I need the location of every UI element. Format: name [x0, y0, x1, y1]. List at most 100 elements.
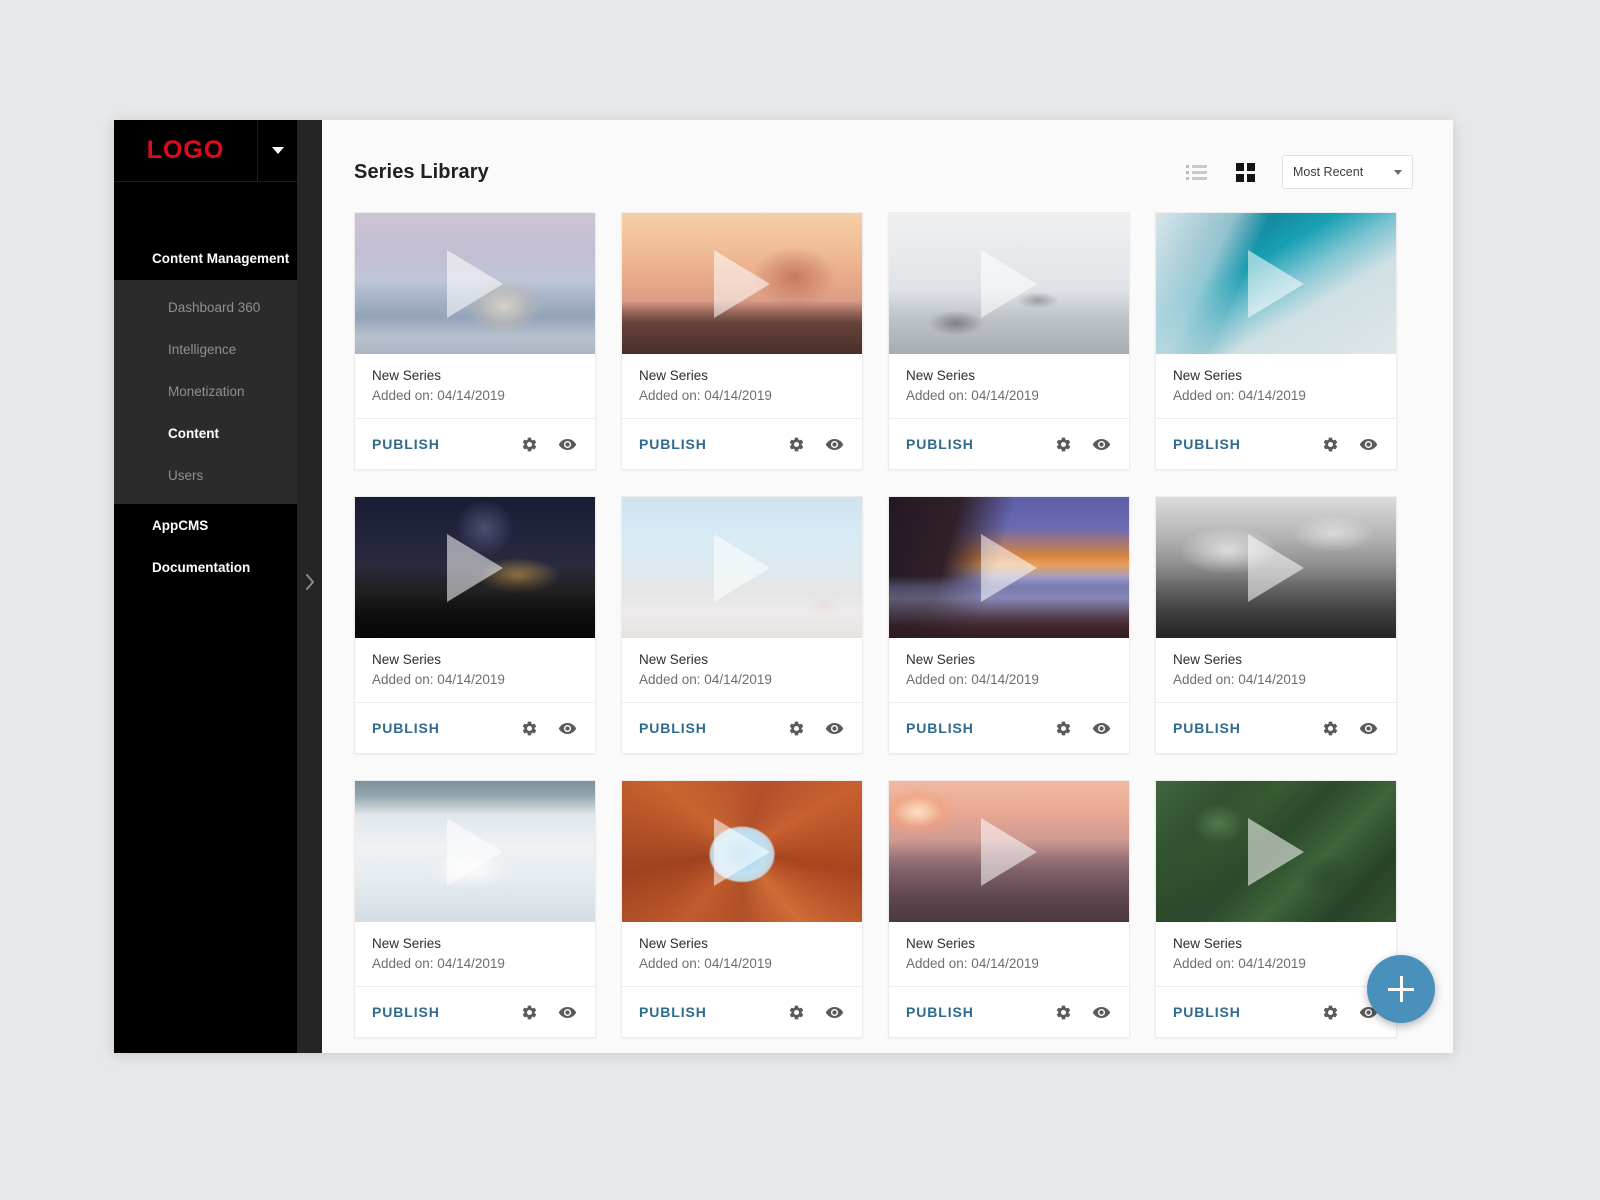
series-icon-actions: [1053, 434, 1111, 454]
preview-button[interactable]: [557, 718, 577, 738]
sidebar-item-intelligence[interactable]: Intelligence: [114, 328, 297, 370]
account-dropdown-button[interactable]: [257, 120, 297, 181]
publish-button[interactable]: PUBLISH: [906, 1004, 974, 1020]
series-card[interactable]: New Series Added on: 04/14/2019 PUBLISH: [1155, 496, 1397, 754]
eye-icon: [825, 438, 843, 450]
series-thumbnail[interactable]: [355, 213, 595, 354]
publish-button[interactable]: PUBLISH: [1173, 1004, 1241, 1020]
settings-button[interactable]: [786, 434, 806, 454]
series-card[interactable]: New Series Added on: 04/14/2019 PUBLISH: [1155, 780, 1397, 1038]
publish-button[interactable]: PUBLISH: [906, 720, 974, 736]
settings-button[interactable]: [1320, 434, 1340, 454]
series-card-body: New Series Added on: 04/14/2019: [889, 638, 1129, 702]
grid-view-button[interactable]: [1233, 160, 1257, 184]
sort-dropdown[interactable]: Most Recent: [1282, 155, 1413, 189]
series-thumbnail[interactable]: [1156, 781, 1396, 922]
sidebar-item-content[interactable]: Content: [114, 412, 297, 454]
publish-button[interactable]: PUBLISH: [906, 436, 974, 452]
sidebar: LOGO Content Management Dashboard 360 In…: [114, 120, 297, 1053]
chevron-down-icon: [1394, 169, 1402, 175]
sidebar-item-dashboard-360[interactable]: Dashboard 360: [114, 286, 297, 328]
chevron-right-icon: [305, 574, 314, 590]
publish-button[interactable]: PUBLISH: [372, 1004, 440, 1020]
list-view-icon: [1185, 164, 1207, 180]
preview-button[interactable]: [557, 1002, 577, 1022]
logo[interactable]: LOGO: [114, 120, 257, 181]
sidebar-item-documentation[interactable]: Documentation: [114, 546, 297, 588]
settings-button[interactable]: [786, 718, 806, 738]
series-card[interactable]: New Series Added on: 04/14/2019 PUBLISH: [621, 496, 863, 754]
publish-button[interactable]: PUBLISH: [639, 720, 707, 736]
publish-button[interactable]: PUBLISH: [1173, 720, 1241, 736]
settings-button[interactable]: [1053, 718, 1073, 738]
settings-button[interactable]: [1053, 1002, 1073, 1022]
series-card-body: New Series Added on: 04/14/2019: [889, 354, 1129, 418]
preview-button[interactable]: [1358, 434, 1378, 454]
publish-button[interactable]: PUBLISH: [372, 436, 440, 452]
play-triangle-icon: [981, 817, 1037, 886]
settings-button[interactable]: [1320, 1002, 1340, 1022]
sidebar-group-content-management[interactable]: Content Management: [114, 182, 297, 280]
series-thumbnail[interactable]: [889, 497, 1129, 638]
list-view-button[interactable]: [1184, 160, 1208, 184]
gear-icon: [522, 437, 536, 451]
gear-icon: [789, 1005, 803, 1019]
series-added-date: Added on: 04/14/2019: [639, 956, 772, 971]
series-thumbnail[interactable]: [355, 497, 595, 638]
series-title: New Series: [1173, 368, 1243, 383]
add-series-button[interactable]: [1367, 955, 1435, 1023]
play-triangle-icon: [1248, 249, 1304, 318]
settings-button[interactable]: [1320, 718, 1340, 738]
publish-button[interactable]: PUBLISH: [1173, 436, 1241, 452]
series-card[interactable]: New Series Added on: 04/14/2019 PUBLISH: [621, 780, 863, 1038]
series-card[interactable]: New Series Added on: 04/14/2019 PUBLISH: [888, 496, 1130, 754]
series-thumbnail[interactable]: [1156, 497, 1396, 638]
sidebar-item-monetization[interactable]: Monetization: [114, 370, 297, 412]
app-window: LOGO Content Management Dashboard 360 In…: [114, 120, 1453, 1053]
settings-button[interactable]: [786, 1002, 806, 1022]
series-card[interactable]: New Series Added on: 04/14/2019 PUBLISH: [1155, 212, 1397, 470]
settings-button[interactable]: [519, 1002, 539, 1022]
preview-button[interactable]: [1091, 434, 1111, 454]
series-thumbnail[interactable]: [622, 213, 862, 354]
publish-button[interactable]: PUBLISH: [639, 436, 707, 452]
series-title: New Series: [639, 652, 709, 667]
series-thumbnail[interactable]: [889, 781, 1129, 922]
preview-button[interactable]: [824, 434, 844, 454]
sidebar-item-users[interactable]: Users: [114, 454, 297, 496]
series-card[interactable]: New Series Added on: 04/14/2019 PUBLISH: [888, 212, 1130, 470]
play-triangle-icon: [714, 249, 770, 318]
sidebar-item-appcms[interactable]: AppCMS: [114, 504, 297, 546]
play-triangle-icon: [1248, 817, 1304, 886]
preview-button[interactable]: [557, 434, 577, 454]
play-triangle-icon: [981, 249, 1037, 318]
play-triangle-icon: [714, 533, 770, 602]
series-thumbnail[interactable]: [355, 781, 595, 922]
preview-button[interactable]: [1091, 1002, 1111, 1022]
play-triangle-icon: [1248, 533, 1304, 602]
settings-button[interactable]: [1053, 434, 1073, 454]
publish-button[interactable]: PUBLISH: [639, 1004, 707, 1020]
preview-button[interactable]: [824, 1002, 844, 1022]
settings-button[interactable]: [519, 434, 539, 454]
play-triangle-icon: [447, 533, 503, 602]
series-card[interactable]: New Series Added on: 04/14/2019 PUBLISH: [621, 212, 863, 470]
series-card-body: New Series Added on: 04/14/2019: [1156, 638, 1396, 702]
settings-button[interactable]: [519, 718, 539, 738]
series-card-actions: PUBLISH: [1156, 702, 1396, 753]
sidebar-toggle-button[interactable]: [297, 565, 322, 599]
series-card-body: New Series Added on: 04/14/2019: [355, 638, 595, 702]
preview-button[interactable]: [1358, 718, 1378, 738]
series-card[interactable]: New Series Added on: 04/14/2019 PUBLISH: [354, 780, 596, 1038]
preview-button[interactable]: [1091, 718, 1111, 738]
series-card[interactable]: New Series Added on: 04/14/2019 PUBLISH: [354, 496, 596, 754]
series-card[interactable]: New Series Added on: 04/14/2019 PUBLISH: [888, 780, 1130, 1038]
series-thumbnail[interactable]: [889, 213, 1129, 354]
series-thumbnail[interactable]: [622, 497, 862, 638]
series-thumbnail[interactable]: [622, 781, 862, 922]
preview-button[interactable]: [824, 718, 844, 738]
series-icon-actions: [519, 718, 577, 738]
publish-button[interactable]: PUBLISH: [372, 720, 440, 736]
series-card[interactable]: New Series Added on: 04/14/2019 PUBLISH: [354, 212, 596, 470]
series-thumbnail[interactable]: [1156, 213, 1396, 354]
